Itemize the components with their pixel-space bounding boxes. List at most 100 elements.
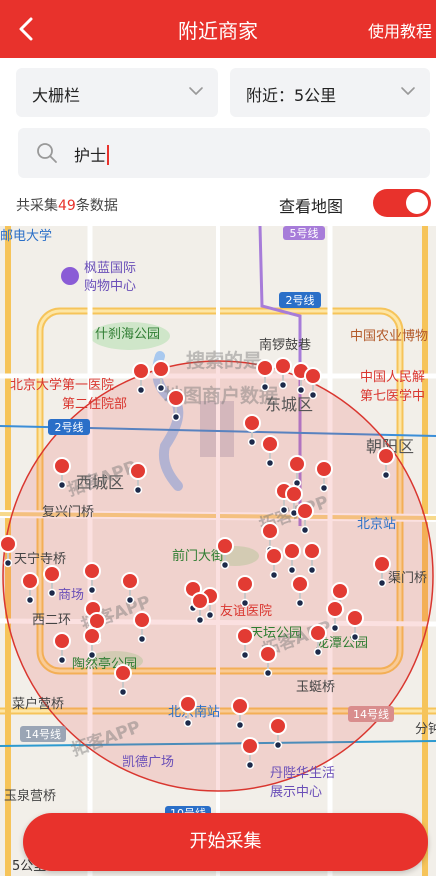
- map-label: 玉蜓桥: [296, 680, 335, 695]
- count-suffix: 条数据: [75, 198, 118, 214]
- pin-base: [133, 485, 143, 495]
- filter-panel: 大栅栏 附近：5公里 护士 共采集49条数据 查看地图: [0, 58, 436, 226]
- pin-head: [21, 572, 39, 590]
- chevron-down-icon: [189, 87, 203, 95]
- pin-base: [220, 560, 230, 570]
- watermark: 搜索的是: [186, 349, 262, 372]
- collected-count: 共采集49条数据: [16, 195, 118, 215]
- tutorial-link[interactable]: 使用教程: [368, 18, 432, 42]
- pin-head: [179, 695, 197, 713]
- map-label: 西二环: [32, 613, 71, 628]
- map-label: 枫蓝国际: [84, 261, 136, 276]
- pin-head: [53, 457, 71, 475]
- pin-head: [259, 645, 277, 663]
- pin-base: [171, 412, 181, 422]
- map-label: 商场: [58, 588, 84, 603]
- pin-base: [247, 437, 257, 447]
- pin-base: [205, 610, 215, 620]
- map-toggle-switch[interactable]: [373, 189, 431, 217]
- metro-badge-label: 5号线: [290, 226, 319, 240]
- pin-base: [47, 588, 57, 598]
- map-label: 购物中心: [84, 278, 136, 294]
- pin-base: [313, 647, 323, 657]
- pin-head: [236, 627, 254, 645]
- pin-head: [191, 592, 209, 610]
- range-select-value: 附近：5公里: [246, 86, 337, 105]
- pin-base: [195, 615, 205, 625]
- pin-head: [309, 624, 327, 642]
- pin-head: [265, 547, 283, 565]
- map-label: 天宁寺桥: [14, 551, 66, 567]
- pin-base: [3, 558, 13, 568]
- map-label: 凯德广场: [122, 755, 174, 770]
- metro-badge-label: 14号线: [353, 707, 389, 721]
- pin-head: [167, 389, 185, 407]
- map-label: 中国人民解: [360, 370, 425, 385]
- pin-base: [296, 385, 306, 395]
- pin-head: [373, 555, 391, 573]
- pin-head: [43, 565, 61, 583]
- pin-head: [132, 362, 150, 380]
- pin-head: [283, 542, 301, 560]
- pin-base: [125, 595, 135, 605]
- pin-head: [304, 367, 322, 385]
- metro-badge-label: 2号线: [286, 293, 315, 307]
- pin-head: [129, 462, 147, 480]
- pin-base: [245, 760, 255, 770]
- pin-base: [287, 565, 297, 575]
- pin-head: [269, 717, 287, 735]
- metro-badge-label: 2号线: [55, 420, 84, 434]
- pin-base: [381, 470, 391, 480]
- start-collect-button[interactable]: 开始采集: [23, 813, 428, 871]
- pin-base: [319, 483, 329, 493]
- pin-base: [307, 565, 317, 575]
- pin-base: [263, 668, 273, 678]
- pin-base: [279, 505, 289, 515]
- pin-head: [326, 600, 344, 618]
- map-label: 什刹海公园: [95, 327, 160, 342]
- search-input-value: 护士: [74, 142, 110, 166]
- pin-base: [377, 578, 387, 588]
- map-label: 北京大学第一医院: [10, 377, 114, 393]
- top-app-bar: 附近商家 使用教程: [0, 0, 436, 58]
- pin-head: [261, 522, 279, 540]
- map-label: 第七医学中: [360, 388, 425, 404]
- area-select[interactable]: 大栅栏: [16, 68, 218, 117]
- pin-base: [330, 623, 340, 633]
- pin-head: [0, 535, 17, 553]
- pin-head: [274, 357, 292, 375]
- map-canvas: 5号线 2号线 2号线 14号线 14号线 10号线 邮电大学 枫蓝国际 购物中…: [0, 226, 436, 876]
- count-number: 49: [58, 198, 76, 214]
- pin-base: [137, 634, 147, 644]
- chevron-down-icon: [401, 87, 415, 95]
- map-label: 展示中心: [270, 785, 322, 800]
- map-label: 南锣鼓巷: [259, 337, 311, 353]
- pin-base: [300, 525, 310, 535]
- pin-base: [183, 718, 193, 728]
- pin-base: [350, 632, 360, 642]
- pin-head: [83, 627, 101, 645]
- pin-base: [118, 687, 128, 697]
- pin-base: [308, 390, 318, 400]
- pin-head: [346, 609, 364, 627]
- search-input[interactable]: 护士: [18, 128, 430, 178]
- pin-base: [260, 382, 270, 392]
- pin-head: [303, 542, 321, 560]
- range-select[interactable]: 附近：5公里: [230, 68, 430, 117]
- map-view[interactable]: 5号线 2号线 2号线 14号线 14号线 10号线 邮电大学 枫蓝国际 购物中…: [0, 226, 436, 876]
- toggle-knob: [406, 192, 428, 214]
- pin-base: [269, 570, 279, 580]
- pin-base: [273, 740, 283, 750]
- map-label: 中国农业博物: [350, 329, 428, 344]
- pin-head: [216, 537, 234, 555]
- map-label: 邮电大学: [0, 228, 52, 244]
- pin-head: [83, 562, 101, 580]
- map-label: 第二住院部: [62, 397, 127, 412]
- pin-head: [114, 664, 132, 682]
- pin-base: [57, 655, 67, 665]
- map-label: 丹陛华生活: [270, 765, 335, 781]
- pin-head: [236, 575, 254, 593]
- pin-base: [136, 385, 146, 395]
- pin-head: [291, 575, 309, 593]
- map-label: 北京站: [357, 517, 396, 532]
